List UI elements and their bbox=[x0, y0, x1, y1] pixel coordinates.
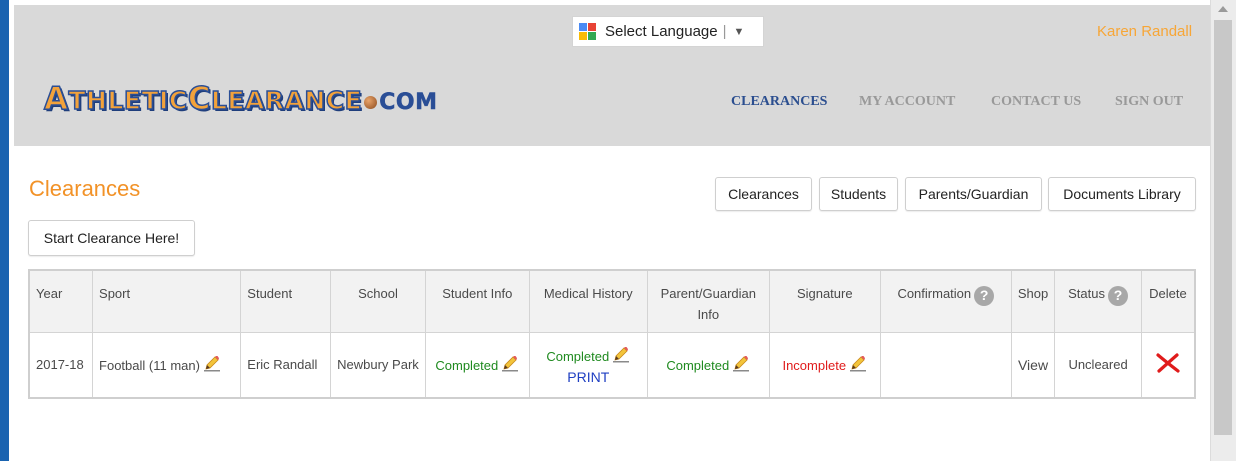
cell-delete bbox=[1140, 331, 1196, 399]
col-header-medical-history: Medical History bbox=[528, 269, 648, 333]
cell-confirmation bbox=[879, 331, 1012, 399]
cell-student-info: Completed bbox=[424, 331, 530, 399]
nav-clearances[interactable]: CLEARANCES bbox=[731, 94, 827, 110]
clearances-table: Year Sport Student School Student Info M… bbox=[28, 269, 1196, 399]
col-header-delete: Delete bbox=[1140, 269, 1196, 333]
pencil-icon[interactable] bbox=[732, 354, 750, 375]
col-header-student-info: Student Info bbox=[424, 269, 530, 333]
col-header-school: School bbox=[330, 269, 426, 333]
col-header-year: Year bbox=[28, 269, 94, 333]
col-header-shop: Shop bbox=[1010, 269, 1056, 333]
pencil-icon[interactable] bbox=[501, 354, 519, 375]
cell-parent-guardian-info: Completed bbox=[646, 331, 770, 399]
signature-status: Incomplete bbox=[782, 358, 847, 374]
vertical-scrollbar[interactable] bbox=[1210, 0, 1236, 461]
user-name-link[interactable]: Karen Randall bbox=[1097, 23, 1192, 40]
pencil-icon[interactable] bbox=[612, 345, 630, 366]
student-info-status: Completed bbox=[435, 358, 499, 374]
page-title: Clearances bbox=[29, 176, 141, 201]
status-header-label: Status bbox=[1068, 286, 1105, 301]
sport-value: Football (11 man) bbox=[99, 358, 200, 374]
delete-x-icon[interactable] bbox=[1155, 352, 1181, 377]
nav-my-account[interactable]: MY ACCOUNT bbox=[859, 94, 955, 110]
pencil-icon[interactable] bbox=[849, 354, 867, 375]
nav-contact-us[interactable]: CONTACT US bbox=[991, 94, 1081, 110]
scroll-up-arrow-icon[interactable] bbox=[1218, 6, 1228, 12]
help-icon[interactable]: ? bbox=[1108, 285, 1128, 306]
language-selector[interactable]: Select Language | ▼ bbox=[572, 16, 764, 47]
pencil-icon[interactable] bbox=[203, 354, 221, 375]
table-header-row: Year Sport Student School Student Info M… bbox=[28, 269, 1196, 333]
language-divider: | bbox=[722, 23, 727, 40]
parents-guardian-button[interactable]: Parents/Guardian bbox=[905, 177, 1042, 211]
cell-student: Eric Randall bbox=[240, 331, 332, 399]
cell-year: 2017-18 bbox=[28, 331, 94, 399]
students-button[interactable]: Students bbox=[819, 177, 898, 211]
ball-icon bbox=[364, 95, 378, 109]
status-value: Uncleared bbox=[1054, 331, 1142, 399]
start-clearance-button[interactable]: Start Clearance Here! bbox=[28, 220, 195, 256]
cell-signature: Incomplete bbox=[768, 331, 881, 399]
help-icon[interactable]: ? bbox=[974, 285, 995, 306]
cell-school: Newbury Park bbox=[330, 331, 426, 399]
documents-library-button[interactable]: Documents Library bbox=[1048, 177, 1196, 211]
print-link[interactable]: PRINT bbox=[531, 369, 646, 385]
table-row: 2017-18 Football (11 man) Eric Randall N… bbox=[28, 331, 1196, 399]
medical-history-status: Completed bbox=[546, 348, 610, 364]
nav-sign-out[interactable]: SIGN OUT bbox=[1115, 94, 1183, 110]
logo-word-clearance: LEARANCE bbox=[210, 85, 363, 116]
scrollbar-thumb[interactable] bbox=[1214, 20, 1232, 435]
logo-letter-c: C bbox=[187, 80, 211, 118]
logo-word-athletic: THLETIC bbox=[68, 85, 188, 116]
col-header-student: Student bbox=[240, 269, 332, 333]
cell-medical-history: Completed PRINT bbox=[528, 331, 648, 399]
google-translate-icon bbox=[579, 23, 596, 40]
confirmation-header-label: Confirmation bbox=[897, 286, 972, 301]
parent-info-status: Completed bbox=[666, 358, 730, 374]
window-left-edge bbox=[0, 0, 9, 461]
shop-view-link[interactable]: View bbox=[1010, 331, 1056, 399]
col-header-sport: Sport bbox=[92, 269, 242, 333]
cell-sport: Football (11 man) bbox=[92, 331, 242, 399]
logo-letter-a: A bbox=[43, 80, 69, 118]
dropdown-arrow-icon: ▼ bbox=[733, 25, 745, 38]
col-header-parent-guardian-info: Parent/Guardian Info bbox=[646, 269, 770, 333]
col-header-status: Status? bbox=[1054, 269, 1142, 333]
clearances-button[interactable]: Clearances bbox=[715, 177, 812, 211]
logo-dotcom: COM bbox=[379, 90, 438, 116]
col-header-confirmation: Confirmation? bbox=[879, 269, 1012, 333]
site-header: Select Language | ▼ Karen Randall ATHLET… bbox=[14, 5, 1210, 146]
site-logo[interactable]: ATHLETICCLEARANCE COM bbox=[43, 80, 438, 118]
col-header-signature: Signature bbox=[768, 269, 881, 333]
language-label: Select Language bbox=[605, 23, 718, 40]
